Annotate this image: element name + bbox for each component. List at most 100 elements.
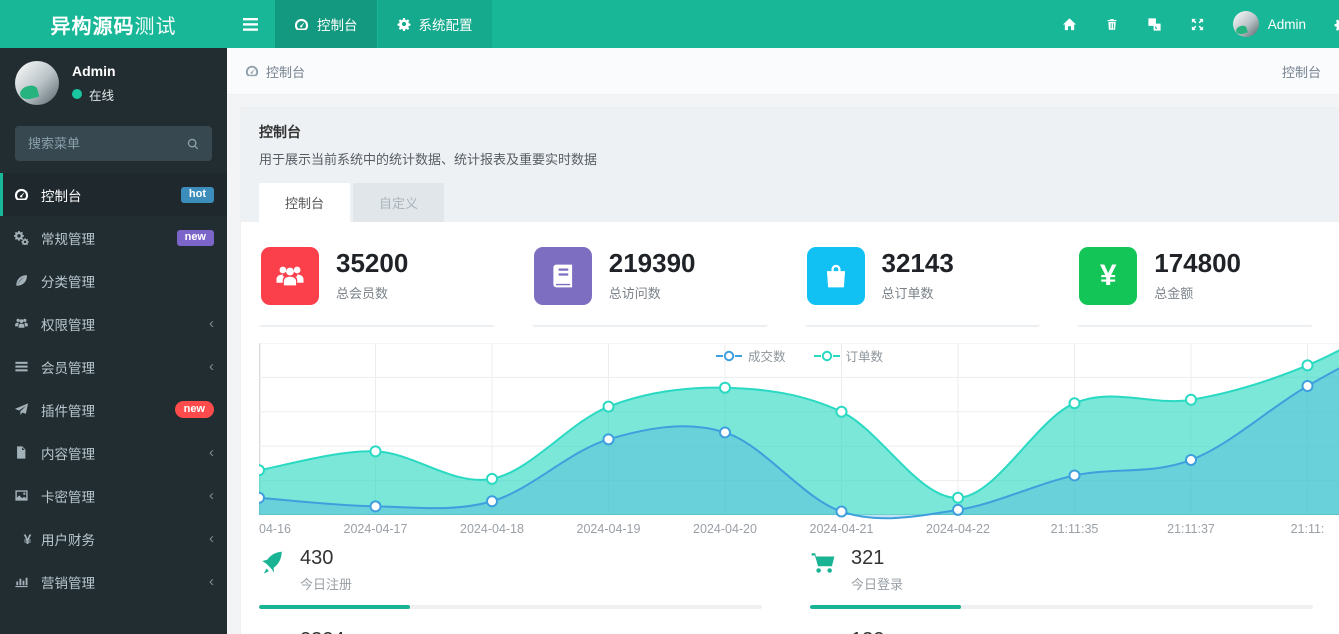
chevron-left-icon: ‹: [209, 359, 214, 374]
home-icon: [1062, 17, 1077, 32]
today-value: 430: [300, 547, 352, 570]
svg-text:2024-04-18: 2024-04-18: [460, 522, 524, 536]
legend-label: 订单数: [846, 346, 884, 365]
chart-legend: 成交数 订单数: [259, 346, 1339, 365]
clear-cache-button[interactable]: [1091, 0, 1133, 48]
bar-chart-icon: [14, 574, 41, 589]
topnav-tab-system-config[interactable]: 系统配置: [378, 0, 492, 48]
home-button[interactable]: [1048, 0, 1091, 48]
svg-text:2024-04-20: 2024-04-20: [693, 522, 757, 536]
sidebar-item-members[interactable]: 会员管理 ‹: [0, 345, 227, 388]
sidebar-item-label: 分类管理: [41, 271, 95, 291]
chart-canvas[interactable]: 04-162024-04-172024-04-182024-04-192024-…: [259, 343, 1339, 539]
sidebar-item-label: 卡密管理: [41, 486, 95, 506]
svg-text:2024-04-21: 2024-04-21: [810, 522, 874, 536]
file-icon: [14, 445, 41, 460]
search-button[interactable]: [174, 137, 212, 151]
stat-card-visits: 219390 总访问数: [532, 245, 768, 327]
sidebar-user-panel: Admin 在线: [0, 48, 227, 116]
logo-text-light: 测试: [135, 10, 177, 39]
today-value: 2324: [300, 629, 352, 634]
user-menu[interactable]: Admin: [1219, 11, 1320, 37]
panel-tabs: 控制台 自定义: [259, 183, 1321, 222]
tab-console[interactable]: 控制台: [259, 183, 350, 222]
leaf-icon: [14, 273, 41, 288]
sidebar-item-label: 插件管理: [41, 400, 95, 420]
hot-badge: hot: [181, 187, 214, 203]
sidebar-item-label: 常规管理: [41, 228, 95, 248]
stat-value: 174800: [1154, 250, 1241, 277]
gears-icon: [14, 230, 41, 245]
stat-card-members: 35200 总会员数: [259, 245, 495, 327]
trash-icon: [1105, 17, 1119, 32]
chevron-left-icon: ‹: [209, 574, 214, 589]
online-status-dot: [72, 89, 82, 99]
user-name: Admin: [1268, 17, 1306, 32]
logo-text-bold: 异构源码: [51, 10, 135, 39]
legend-item-deals[interactable]: 成交数: [716, 346, 786, 365]
chevron-left-icon: ‹: [209, 488, 214, 503]
svg-text:21:11:37: 21:11:37: [1167, 522, 1215, 536]
sidebar-search: [15, 126, 212, 161]
gear-icon: [397, 17, 411, 31]
topnav-tab-console[interactable]: 控制台: [275, 0, 377, 48]
sidebar-item-general[interactable]: 常规管理 new: [0, 216, 227, 259]
svg-text:21:11:35: 21:11:35: [1051, 522, 1099, 536]
fullscreen-button[interactable]: [1176, 0, 1219, 48]
sidebar-item-marketing[interactable]: 营销管理 ‹: [0, 560, 227, 603]
stat-label: 总订单数: [882, 283, 954, 302]
tab-custom[interactable]: 自定义: [353, 183, 444, 222]
fullscreen-icon: [1190, 17, 1205, 32]
today-logins: 321 今日登录: [810, 547, 1313, 609]
sidebar-item-dashboard[interactable]: 控制台 hot: [0, 173, 227, 216]
sidebar-item-label: 营销管理: [41, 572, 95, 592]
progress-bar: [810, 605, 1313, 609]
pending-orders: 132 待处理订单: [810, 629, 1313, 634]
legend-marker-icon: [716, 350, 742, 362]
panel-header: 控制台 用于展示当前系统中的统计数据、统计报表及重要实时数据 控制台 自定义: [241, 108, 1339, 222]
sidebar-menu: 控制台 hot 常规管理 new 分类管理 权限管理 ‹ 会员管理 ‹: [0, 173, 227, 603]
sidebar-toggle-button[interactable]: [227, 0, 274, 48]
breadcrumb-current[interactable]: 控制台: [266, 62, 305, 81]
user-avatar[interactable]: [15, 61, 59, 105]
sidebar-item-label: 会员管理: [41, 357, 95, 377]
area-chart[interactable]: 成交数 订单数 04-162024-04-172024-04-182024-04…: [259, 343, 1339, 539]
sidebar-item-cardkeys[interactable]: 卡密管理 ‹: [0, 474, 227, 517]
sidebar-item-finance[interactable]: ¥ 用户财务 ‹: [0, 517, 227, 560]
header-actions: Admin: [1048, 0, 1339, 48]
svg-text:2024-04-19: 2024-04-19: [577, 522, 641, 536]
stat-cards: 35200 总会员数 219390 总访问数: [259, 245, 1339, 327]
tachometer-icon: [245, 64, 259, 78]
sidebar-item-label: 控制台: [41, 185, 82, 205]
send-icon: [14, 402, 41, 417]
stat-card-orders: 32143 总订单数: [805, 245, 1041, 327]
book-icon: [534, 247, 592, 305]
settings-button[interactable]: [1320, 0, 1339, 48]
image-icon: [14, 488, 41, 503]
shopping-bag-icon: [807, 247, 865, 305]
sidebar-item-content[interactable]: 内容管理 ‹: [0, 431, 227, 474]
stat-value: 219390: [609, 250, 696, 277]
sidebar-user-name: Admin: [72, 63, 116, 79]
progress-bar: [259, 605, 762, 609]
panel-body: 35200 总会员数 219390 总访问数: [241, 222, 1339, 634]
main-area: 控制台 控制台 控制台 用于展示当前系统中的统计数据、统计报表及重要实时数据 控…: [227, 48, 1339, 634]
today-registrations: 430 今日注册: [259, 547, 762, 609]
gear-icon: [1334, 17, 1339, 32]
status-label: 在线: [89, 85, 114, 104]
language-button[interactable]: [1133, 0, 1176, 48]
search-input[interactable]: [15, 136, 174, 151]
topnav-tab-label: 控制台: [317, 14, 358, 34]
stat-value: 32143: [882, 250, 954, 277]
sidebar-item-plugins[interactable]: 插件管理 new: [0, 388, 227, 431]
legend-item-orders[interactable]: 订单数: [814, 346, 884, 365]
tachometer-icon: [14, 187, 41, 202]
sidebar-item-permissions[interactable]: 权限管理 ‹: [0, 302, 227, 345]
sidebar-item-category[interactable]: 分类管理: [0, 259, 227, 302]
legend-marker-icon: [814, 350, 840, 362]
breadcrumb-right[interactable]: 控制台: [1282, 62, 1321, 81]
sidebar-item-label: 内容管理: [41, 443, 95, 463]
search-icon: [186, 137, 200, 151]
today-value: 321: [851, 547, 903, 570]
tachometer-icon: [294, 17, 309, 32]
